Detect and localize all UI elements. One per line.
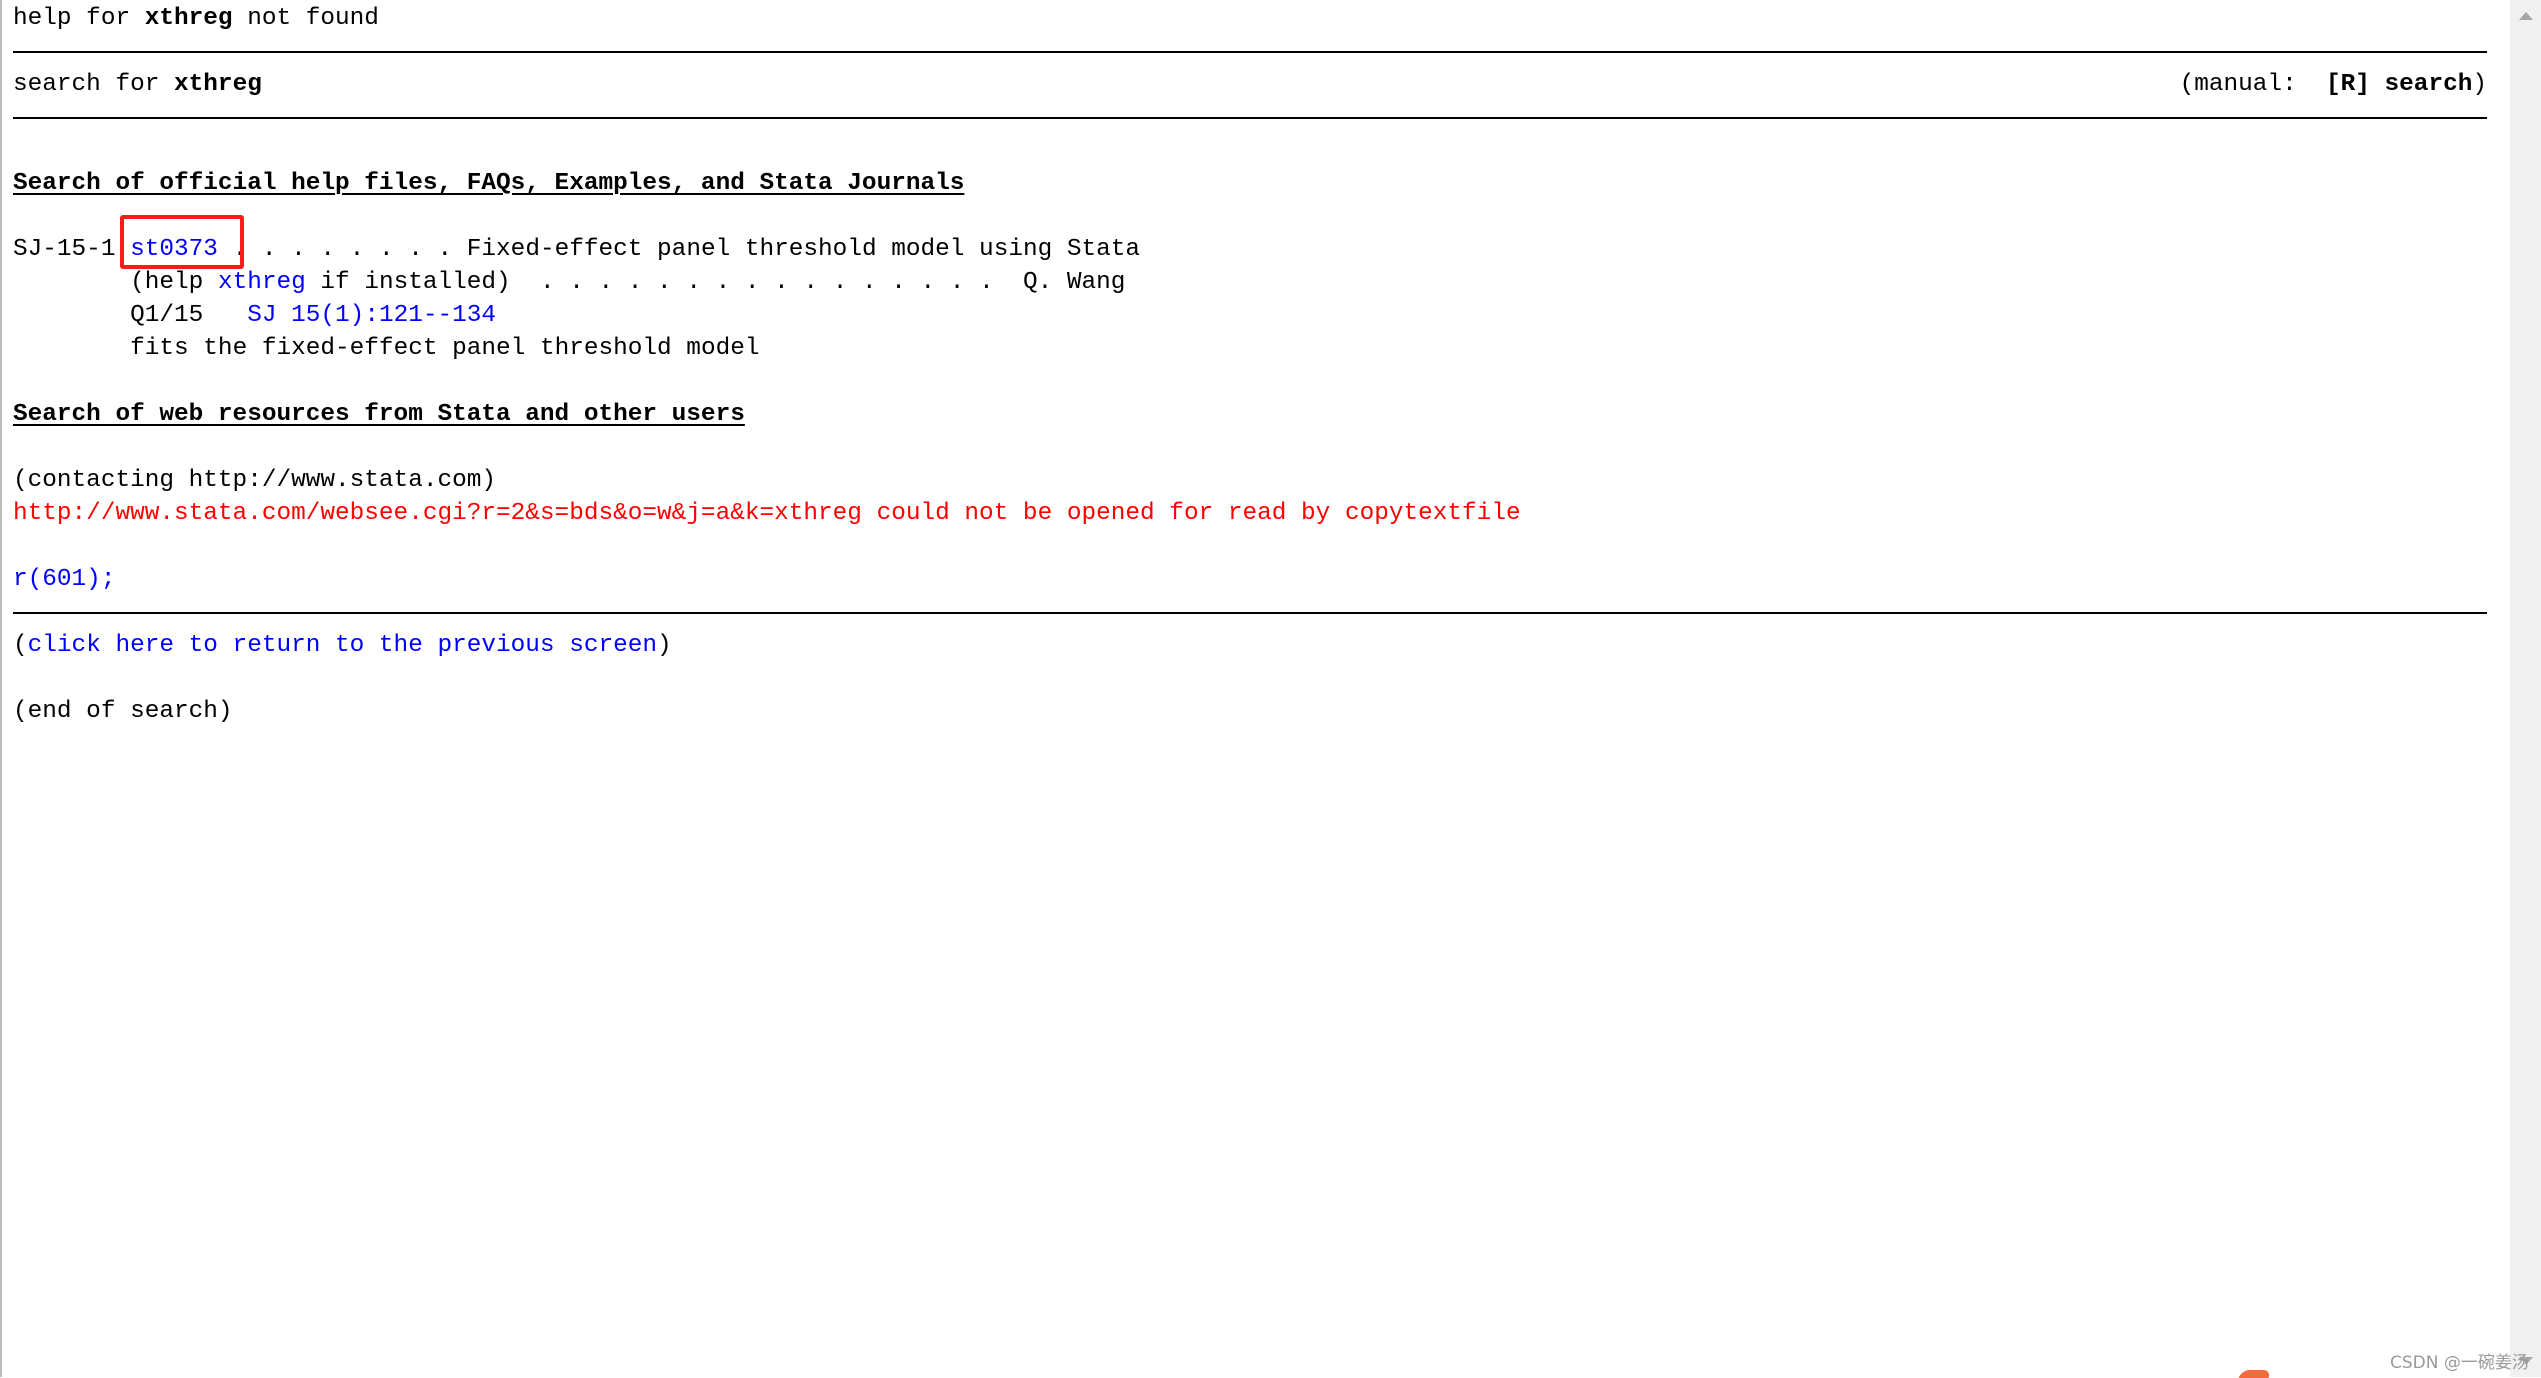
citation-link[interactable]: SJ 15(1):121--134 <box>247 302 496 329</box>
text: (manual: <box>2179 71 2326 98</box>
entry-citation-line: Q1/15 SJ 15(1):121--134 <box>13 299 2487 332</box>
end-of-search: (end of search) <box>13 698 233 725</box>
divider <box>13 35 2487 68</box>
highlight-box <box>120 215 244 269</box>
entry-id: SJ-15-1 <box>13 236 116 263</box>
error-message: http://www.stata.com/websee.cgi?r=2&s=bd… <box>13 500 1521 527</box>
dots: . . . . . . . . <box>217 236 467 263</box>
entry-title-line: SJ-15-1 st0373 . . . . . . . . Fixed-eff… <box>13 215 2487 269</box>
divider <box>13 596 2487 629</box>
return-code-link[interactable]: r(601); <box>13 566 115 593</box>
return-line: (click here to return to the previous sc… <box>13 629 2487 662</box>
help-command-link[interactable]: xthreg <box>218 269 306 296</box>
author: Q. Wang <box>1022 269 1126 296</box>
description: fits the fixed-effect panel threshold mo… <box>130 335 760 362</box>
section-title-web: Search of web resources from Stata and o… <box>13 401 745 428</box>
text: help for <box>13 5 145 32</box>
entry-help-line: (help xthreg if installed) . . . . . . .… <box>13 266 2487 299</box>
entry-description: fits the fixed-effect panel threshold mo… <box>13 332 2487 365</box>
return-previous-link[interactable]: click here to return to the previous scr… <box>28 632 657 659</box>
manual-ref: [R] search <box>2325 71 2473 98</box>
help-viewer: help for xthreg not found search for xth… <box>0 0 2510 1377</box>
help-content: help for xthreg not found search for xth… <box>13 2 2487 728</box>
text: ) <box>657 632 672 659</box>
text: not found <box>232 5 379 32</box>
text: ) <box>2472 71 2487 98</box>
search-for-line: search for xthreg (manual: [R] search) <box>13 68 2487 101</box>
not-found-line: help for xthreg not found <box>13 2 2487 35</box>
command-name: xthreg <box>174 71 262 98</box>
divider <box>13 101 2487 134</box>
vertical-scrollbar[interactable] <box>2510 0 2541 1377</box>
scroll-up-arrow-icon[interactable] <box>2519 12 2533 20</box>
text: ( <box>13 632 28 659</box>
manual-reference: (manual: [R] search) <box>2180 68 2487 101</box>
text: (help <box>130 269 218 296</box>
contacting-status: (contacting http://www.stata.com) <box>13 467 497 494</box>
dots: . . . . . . . . . . . . . . . . <box>510 269 1023 296</box>
entry-title: Fixed-effect panel threshold model using… <box>466 236 1141 263</box>
text: if installed) <box>305 269 511 296</box>
text: search for <box>13 71 175 98</box>
section-title-official: Search of official help files, FAQs, Exa… <box>13 170 965 197</box>
command-name: xthreg <box>144 5 233 32</box>
issue: Q1/15 <box>130 302 204 329</box>
watermark: CSDN @一碗姜汤 <box>2390 1353 2529 1373</box>
